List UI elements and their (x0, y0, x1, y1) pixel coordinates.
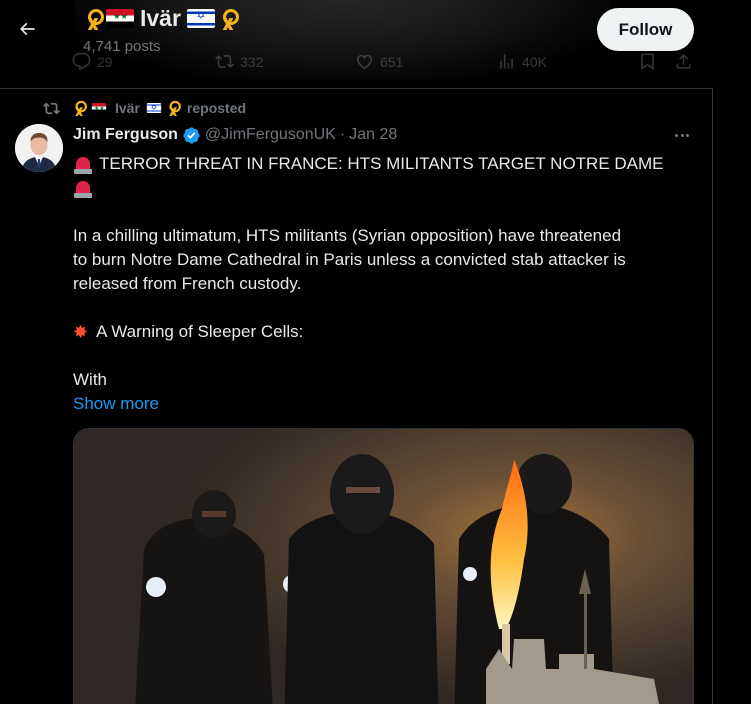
yellow-ribbon-icon (168, 100, 181, 116)
truncated-text: With (73, 370, 107, 389)
author-name[interactable]: Jim Ferguson (73, 126, 178, 144)
like-button[interactable]: 651 (355, 52, 403, 71)
show-more-link[interactable]: Show more (73, 392, 159, 416)
views-count: 40K (522, 53, 547, 70)
israel-flag-icon (186, 9, 215, 28)
more-options-button[interactable] (670, 124, 694, 146)
tweet-text: TERROR THREAT IN FRANCE: HTS MILITANTS T… (73, 152, 703, 416)
subheading-text: A Warning of Sleeper Cells: (96, 322, 304, 341)
views-button[interactable]: 40K (497, 52, 547, 71)
reposter-name[interactable]: Ivär (115, 100, 140, 116)
bookmark-button[interactable] (638, 52, 657, 71)
headline-text: TERROR THREAT IN FRANCE: HTS MILITANTS T… (99, 154, 664, 173)
reply-icon (72, 52, 91, 71)
repost-icon (43, 102, 60, 114)
headline-line-2 (73, 176, 703, 200)
views-icon (500, 54, 513, 69)
subheading-line: ✸ A Warning of Sleeper Cells: (73, 320, 703, 344)
arrow-left-icon (19, 22, 35, 36)
collision-icon: ✸ (73, 322, 89, 342)
reply-button[interactable]: 29 (72, 52, 113, 71)
repost-count: 332 (240, 53, 264, 70)
yellow-ribbon-icon (74, 100, 87, 116)
timeline-column: Ivär 4,741 posts 29 332 651 40K (0, 0, 713, 704)
israel-flag-icon (146, 102, 162, 114)
display-name-text: Ivär (140, 5, 181, 31)
repost-icon (215, 55, 234, 68)
tweet-media-image[interactable] (73, 428, 694, 704)
tweet-date[interactable]: Jan 28 (349, 126, 397, 144)
syria-flag-icon (91, 102, 107, 114)
more-icon (674, 133, 678, 137)
repost-verb: reposted (186, 100, 247, 116)
separator-dot: · (339, 126, 346, 143)
previous-tweet-action-bar: 29 332 651 40K (72, 52, 702, 74)
follow-button[interactable]: Follow (597, 8, 694, 51)
back-button[interactable] (8, 10, 46, 48)
verified-badge-icon[interactable] (182, 126, 201, 145)
heart-icon (356, 54, 373, 70)
profile-display-name: Ivär (86, 5, 239, 32)
police-siren-icon (73, 178, 93, 198)
video-still-image (74, 429, 693, 704)
headline-line: TERROR THREAT IN FRANCE: HTS MILITANTS T… (73, 152, 703, 176)
author-portrait (15, 124, 63, 172)
repost-button[interactable]: 332 (215, 52, 263, 71)
syria-flag-icon (106, 9, 134, 28)
author-handle[interactable]: @JimFergusonUK (205, 126, 336, 144)
yellow-ribbon-icon (86, 8, 104, 30)
yellow-ribbon-icon (221, 8, 239, 30)
bookmark-icon (641, 53, 654, 71)
author-avatar[interactable] (15, 124, 63, 172)
like-count: 651 (380, 53, 404, 70)
body-line: In a chilling ultimatum, HTS militants (… (73, 226, 622, 245)
repost-context[interactable]: Ivär reposted (43, 98, 246, 118)
share-icon (676, 54, 691, 69)
reply-count: 29 (97, 53, 113, 70)
body-line: to burn Notre Dame Cathedral in Paris un… (73, 250, 626, 269)
profile-header: Ivär 4,741 posts 29 332 651 40K (0, 0, 713, 89)
tweet-header: Jim Ferguson @JimFergusonUK · Jan 28 (73, 125, 397, 145)
share-button[interactable] (674, 52, 693, 71)
police-siren-icon (73, 154, 93, 174)
body-line: released from French custody. (73, 274, 302, 293)
